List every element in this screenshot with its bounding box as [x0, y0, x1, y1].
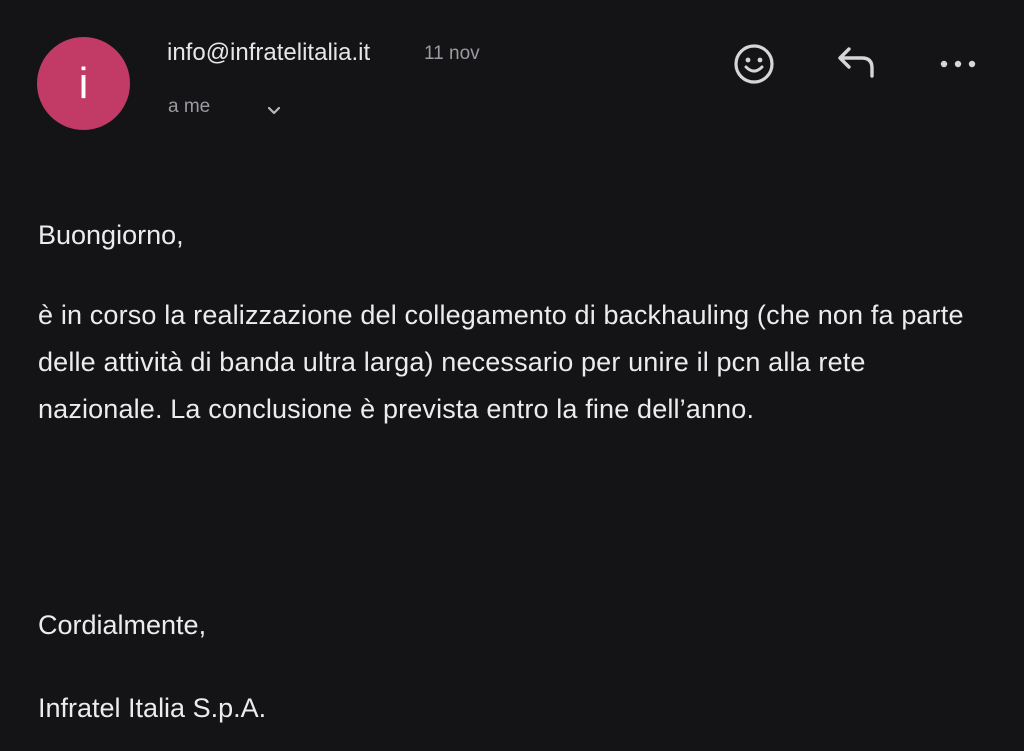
emoji-icon [732, 42, 776, 91]
recipient-label[interactable]: a me [168, 96, 210, 118]
message-date: 11 nov [424, 43, 480, 64]
reply-icon [832, 44, 880, 89]
avatar-letter: i [78, 58, 89, 108]
more-options-button[interactable] [932, 46, 984, 86]
chevron-down-icon[interactable] [263, 101, 285, 119]
more-horizontal-icon [936, 57, 980, 76]
message-greeting: Buongiorno, [38, 220, 184, 250]
add-reaction-button[interactable] [728, 40, 780, 92]
message-paragraph: è in corso la realizzazione del collegam… [38, 300, 964, 424]
reply-button[interactable] [828, 42, 884, 90]
sender-address[interactable]: info@infratelitalia.it [167, 39, 370, 67]
message-closing: Cordialmente, [38, 610, 207, 640]
message-signature: Infratel Italia S.p.A. [38, 693, 267, 723]
sender-avatar[interactable]: i [37, 37, 130, 130]
